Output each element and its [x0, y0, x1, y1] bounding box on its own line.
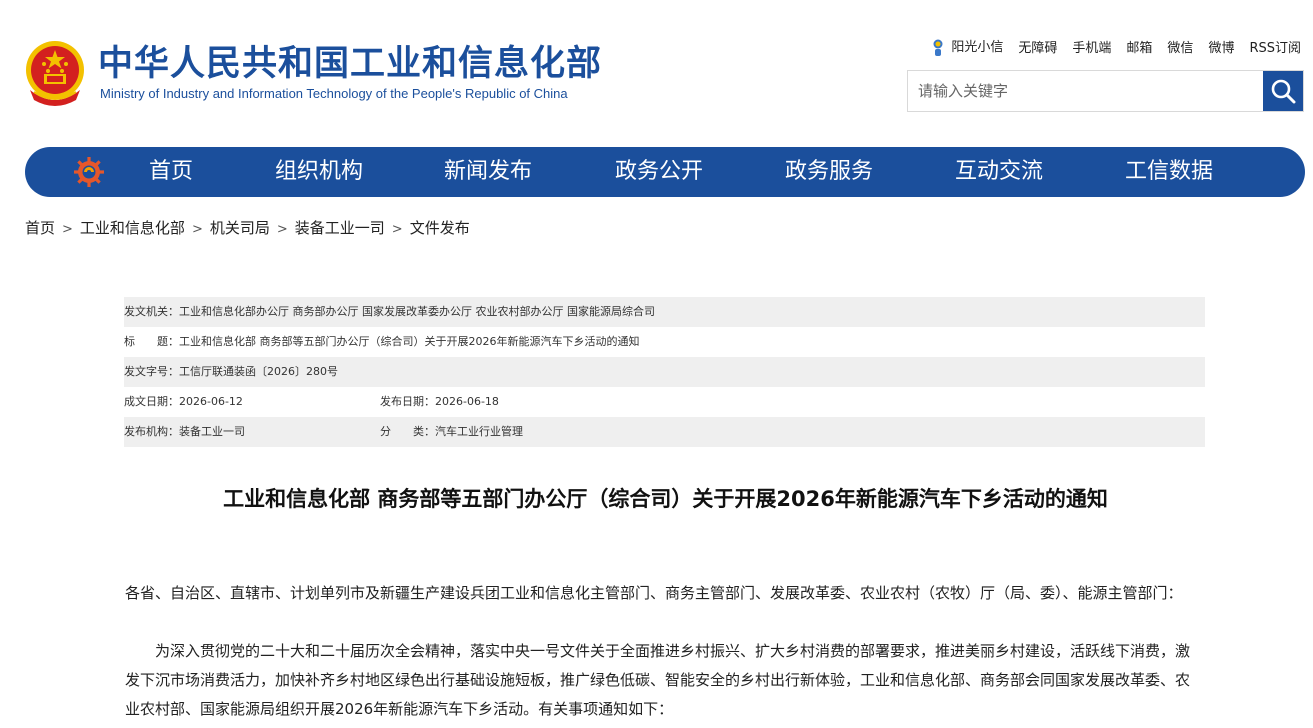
top-link-sunshine[interactable]: 阳光小信 [931, 36, 1003, 58]
breadcrumb-home[interactable]: 首页 [25, 219, 55, 237]
breadcrumb-documents[interactable]: 文件发布 [410, 219, 470, 237]
breadcrumb-separator: > [391, 222, 403, 237]
nav-news[interactable]: 新闻发布 [444, 147, 532, 197]
top-links: 阳光小信 无障碍 手机端 邮箱 微信 微博 RSS订阅 [931, 36, 1301, 58]
meta-org-value: 装备工业一司 [179, 425, 245, 438]
article-paragraph: 为深入贯彻党的二十大和二十届历次全会精神，落实中央一号文件关于全面推进乡村振兴、… [125, 642, 1191, 718]
site-title[interactable]: 中华人民共和国工业和信息化部 [98, 40, 602, 88]
meta-label: 发文字号： [124, 365, 179, 378]
breadcrumb-separator: > [276, 222, 288, 237]
nav-data[interactable]: 工信数据 [1125, 147, 1213, 197]
meta-doc-number-value: 工信厅联通装函〔2026〕280号 [179, 365, 338, 378]
breadcrumb: 首页 > 工业和信息化部 > 机关司局 > 装备工业一司 > 文件发布 [25, 217, 470, 241]
breadcrumb-equipment-dept[interactable]: 装备工业一司 [295, 219, 385, 237]
article-paragraph: 各省、自治区、直辖市、计划单列市及新疆生产建设兵团工业和信息化主管部门、商务主管… [125, 584, 1183, 602]
meta-category-value: 汽车工业行业管理 [435, 425, 523, 438]
search-input[interactable] [918, 71, 1258, 111]
document-meta-table: 发文机关：工业和信息化部办公厅 商务部办公厅 国家发展改革委办公厅 农业农村部办… [124, 297, 1205, 447]
meta-created-date-value: 2026-06-12 [179, 395, 243, 408]
national-emblem-logo[interactable] [24, 40, 86, 106]
meta-row-org: 发布机构：装备工业一司 分 类：汽车工业行业管理 [124, 417, 1205, 447]
search-box [907, 70, 1304, 112]
top-link-mobile[interactable]: 手机端 [1072, 37, 1111, 56]
nav-interaction[interactable]: 互动交流 [955, 147, 1043, 197]
breadcrumb-separator: > [191, 222, 203, 237]
top-link-weibo[interactable]: 微博 [1208, 37, 1234, 56]
site-subtitle: Ministry of Industry and Information Tec… [100, 86, 568, 101]
nav-government-affairs[interactable]: 政务公开 [615, 147, 703, 197]
meta-label: 发文机关： [124, 305, 179, 318]
meta-row-dates: 成文日期：2026-06-12 发布日期：2026-06-18 [124, 387, 1205, 417]
breadcrumb-departments[interactable]: 机关司局 [210, 219, 270, 237]
meta-label: 分 类： [380, 425, 435, 438]
search-button[interactable] [1263, 71, 1303, 111]
search-icon [1271, 79, 1296, 104]
nav-home[interactable]: 首页 [149, 147, 193, 197]
meta-label: 标 题： [124, 335, 179, 348]
top-link-wechat[interactable]: 微信 [1167, 37, 1193, 56]
meta-row-doc-number: 发文字号：工信厅联通装函〔2026〕280号 [124, 357, 1205, 387]
meta-published-date-value: 2026-06-18 [435, 395, 499, 408]
meta-label: 发布日期： [380, 395, 435, 408]
top-link-mailbox[interactable]: 邮箱 [1126, 37, 1152, 56]
main-nav: 首页 组织机构 新闻发布 政务公开 政务服务 互动交流 工信数据 [25, 147, 1305, 197]
meta-row-issuer: 发文机关：工业和信息化部办公厅 商务部办公厅 国家发展改革委办公厅 农业农村部办… [124, 297, 1205, 327]
breadcrumb-ministry[interactable]: 工业和信息化部 [80, 219, 185, 237]
sunshine-mascot-icon [933, 39, 943, 56]
meta-label: 发布机构： [124, 425, 179, 438]
meta-row-title: 标 题：工业和信息化部 商务部等五部门办公厅（综合司）关于开展2026年新能源汽… [124, 327, 1205, 357]
meta-issuer-value: 工业和信息化部办公厅 商务部办公厅 国家发展改革委办公厅 农业农村部办公厅 国家… [179, 305, 655, 318]
breadcrumb-separator: > [62, 222, 73, 237]
nav-government-services[interactable]: 政务服务 [785, 147, 873, 197]
top-link-rss[interactable]: RSS订阅 [1249, 37, 1301, 56]
article-title: 工业和信息化部 商务部等五部门办公厅（综合司）关于开展2026年新能源汽车下乡活… [223, 487, 1108, 511]
top-link-accessibility[interactable]: 无障碍 [1018, 37, 1057, 56]
meta-title-value: 工业和信息化部 商务部等五部门办公厅（综合司）关于开展2026年新能源汽车下乡活… [179, 335, 640, 348]
meta-label: 成文日期： [124, 395, 179, 408]
nav-organization[interactable]: 组织机构 [275, 147, 363, 197]
miit-emblem-icon [74, 157, 104, 187]
